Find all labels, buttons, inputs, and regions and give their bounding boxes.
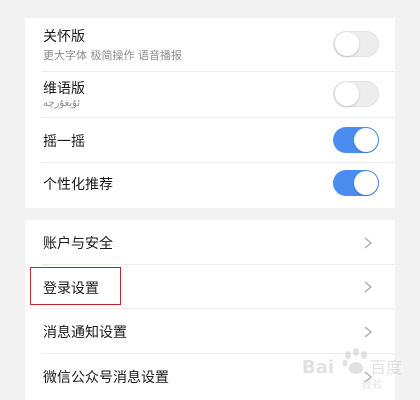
care-mode-toggle[interactable] <box>333 31 379 57</box>
chevron-right-icon <box>364 281 373 293</box>
personalized-toggle[interactable] <box>333 170 379 196</box>
toggle-knob <box>335 32 359 56</box>
setting-title: 关怀版 <box>43 29 85 45</box>
chevron-right-icon <box>364 237 373 249</box>
setting-title: 消息通知设置 <box>43 325 127 341</box>
settings-card-preferences: 关怀版 更大字体 极简操作 语音播报 维语版 ئۇيغۇرچە 摇一摇 个性化推… <box>25 18 395 208</box>
svg-text:Bai: Bai <box>302 357 334 378</box>
setting-title: 微信公众号消息设置 <box>43 370 169 386</box>
setting-title: 维语版 <box>43 81 85 97</box>
setting-title: 账户与安全 <box>43 236 113 252</box>
setting-subtitle: ئۇيغۇرچە <box>43 98 81 109</box>
svg-text:百度: 百度 <box>370 358 402 377</box>
setting-row-uyghur[interactable]: 维语版 ئۇيغۇرچە <box>25 72 395 118</box>
svg-text:经验: 经验 <box>362 378 382 391</box>
toggle-knob <box>354 171 378 195</box>
baidu-watermark-logo: Bai 百度 经验 <box>302 348 402 391</box>
setting-row-account-security[interactable]: 账户与安全 <box>25 220 395 265</box>
uyghur-toggle[interactable] <box>333 81 379 107</box>
setting-row-personalized[interactable]: 个性化推荐 <box>25 163 395 208</box>
setting-title: 个性化推荐 <box>43 177 113 193</box>
setting-row-shake[interactable]: 摇一摇 <box>25 118 395 163</box>
setting-title: 摇一摇 <box>43 134 85 150</box>
chevron-right-icon <box>364 326 373 338</box>
shake-toggle[interactable] <box>333 127 379 153</box>
toggle-knob <box>354 128 378 152</box>
setting-subtitle: 更大字体 极简操作 语音播报 <box>43 49 182 62</box>
toggle-knob <box>335 82 359 106</box>
annotation-highlight-box <box>30 267 121 305</box>
setting-row-care-mode[interactable]: 关怀版 更大字体 极简操作 语音播报 <box>25 18 395 72</box>
